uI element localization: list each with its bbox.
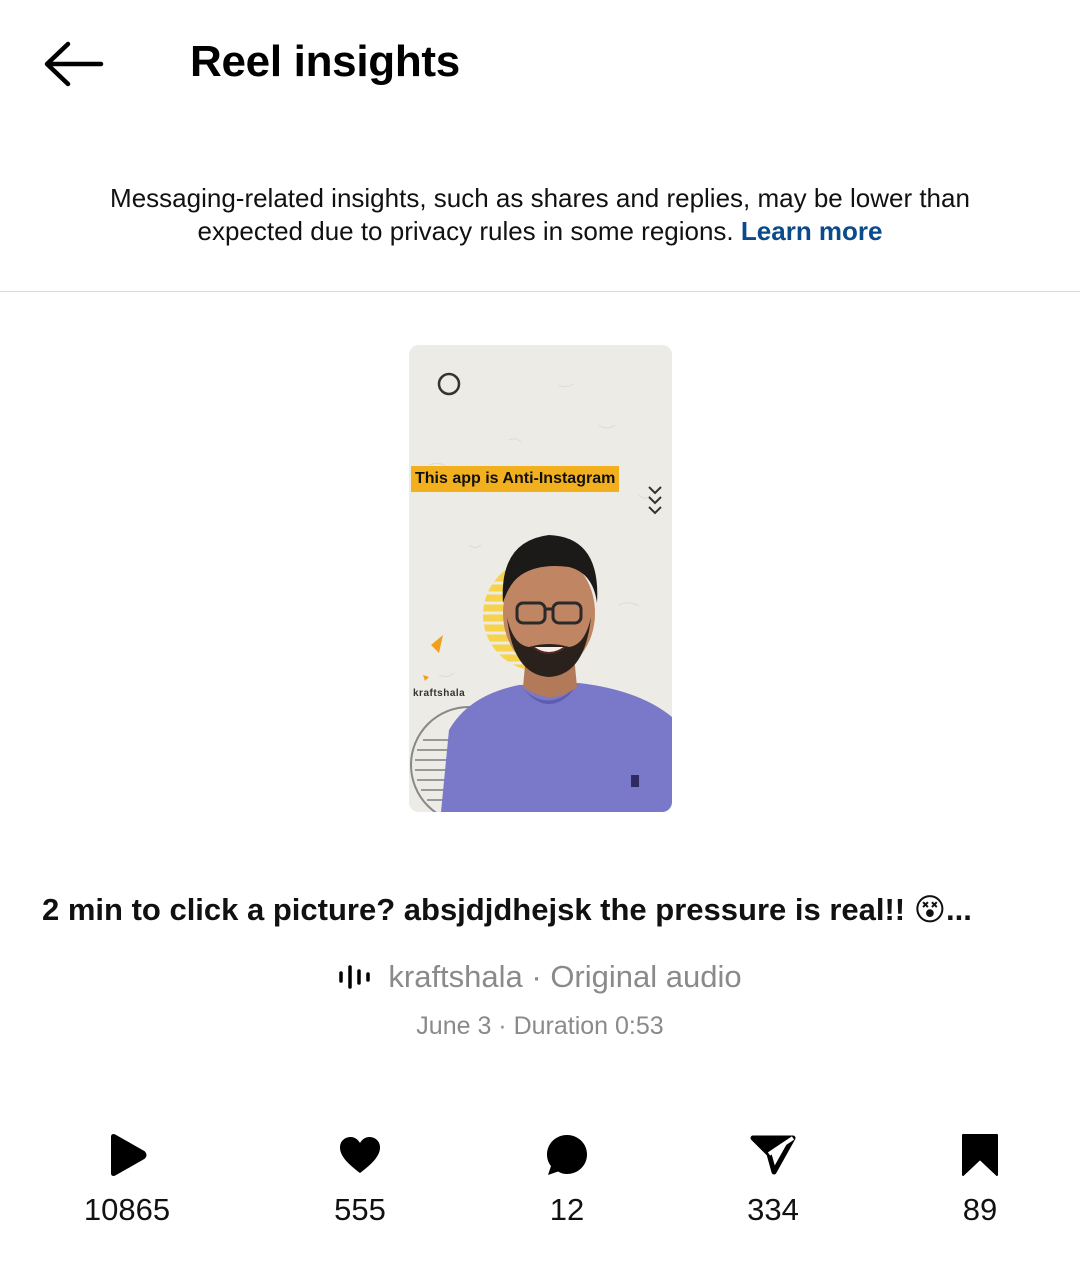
page-title: Reel insights [190, 37, 460, 86]
stat-shares: 334 [693, 1130, 853, 1240]
audio-waveform-icon [339, 965, 371, 989]
learn-more-link[interactable]: Learn more [741, 216, 883, 246]
header: Reel insights [0, 0, 1080, 125]
stat-saves: 89 [900, 1130, 1060, 1240]
thumbnail-banner-text: This app is Anti-Instagram [415, 470, 616, 487]
reel-thumbnail-art [409, 345, 672, 812]
thumbnail-banner: This app is Anti-Instagram [411, 466, 620, 492]
privacy-notice: Messaging-related insights, such as shar… [60, 182, 1020, 248]
saves-count: 89 [962, 1192, 998, 1227]
reel-meta: June 3 · Duration 0:53 [416, 1012, 664, 1040]
reel-caption[interactable]: 2 min to click a picture? absjdjdhejsk t… [42, 890, 1042, 930]
heart-icon [340, 1137, 380, 1173]
stat-comments: 12 [487, 1130, 647, 1240]
audio-link[interactable]: kraftshala · Original audio [0, 955, 1080, 999]
thumbnail-brand: kraftshala [413, 688, 466, 699]
bookmark-icon [962, 1134, 998, 1176]
reel-insights-screen: Reel insights Messaging-related insights… [0, 0, 1080, 1287]
shares-count: 334 [747, 1192, 799, 1227]
plays-count: 10865 [83, 1192, 171, 1227]
audio-label: kraftshala · Original audio [388, 959, 742, 994]
arrow-left-icon [44, 41, 104, 87]
back-button[interactable] [40, 36, 106, 92]
stat-plays: 10865 [47, 1130, 207, 1240]
likes-count: 555 [334, 1192, 386, 1227]
share-icon [750, 1135, 796, 1175]
play-icon [111, 1134, 147, 1176]
comment-icon [547, 1135, 587, 1175]
reel-thumbnail[interactable]: This app is Anti-Instagram kraftshala [409, 345, 672, 812]
divider [0, 291, 1080, 292]
stat-likes: 555 [280, 1130, 440, 1240]
comments-count: 12 [549, 1192, 585, 1227]
